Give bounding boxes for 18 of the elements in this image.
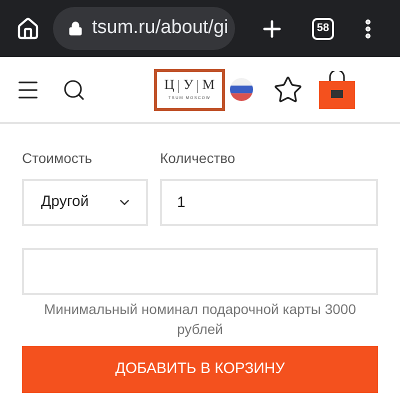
lock-icon bbox=[68, 21, 83, 36]
amount-field[interactable] bbox=[22, 248, 378, 295]
cost-label: Стоимость bbox=[22, 149, 94, 168]
url-text: tsum.ru/about/gi bbox=[92, 16, 228, 40]
cost-select[interactable]: Другой bbox=[22, 179, 148, 226]
flag-icon[interactable] bbox=[230, 78, 253, 101]
search-icon[interactable] bbox=[62, 78, 86, 102]
tab-count[interactable]: 58 bbox=[312, 18, 334, 40]
shopping-bag-icon[interactable] bbox=[319, 70, 355, 108]
logo-letter: У bbox=[183, 79, 194, 93]
quantity-field[interactable]: 1 bbox=[160, 179, 378, 226]
hint-text: Минимальный номинал подарочной карты 3000 рублей bbox=[43, 300, 357, 339]
logo-letter: Ц bbox=[164, 79, 174, 93]
home-icon[interactable] bbox=[16, 16, 40, 40]
address-bar[interactable]: tsum.ru/about/gi bbox=[53, 7, 235, 50]
logo-letter: М bbox=[202, 79, 215, 93]
favorites-icon[interactable] bbox=[273, 74, 303, 104]
quantity-label: Количество bbox=[160, 149, 236, 168]
